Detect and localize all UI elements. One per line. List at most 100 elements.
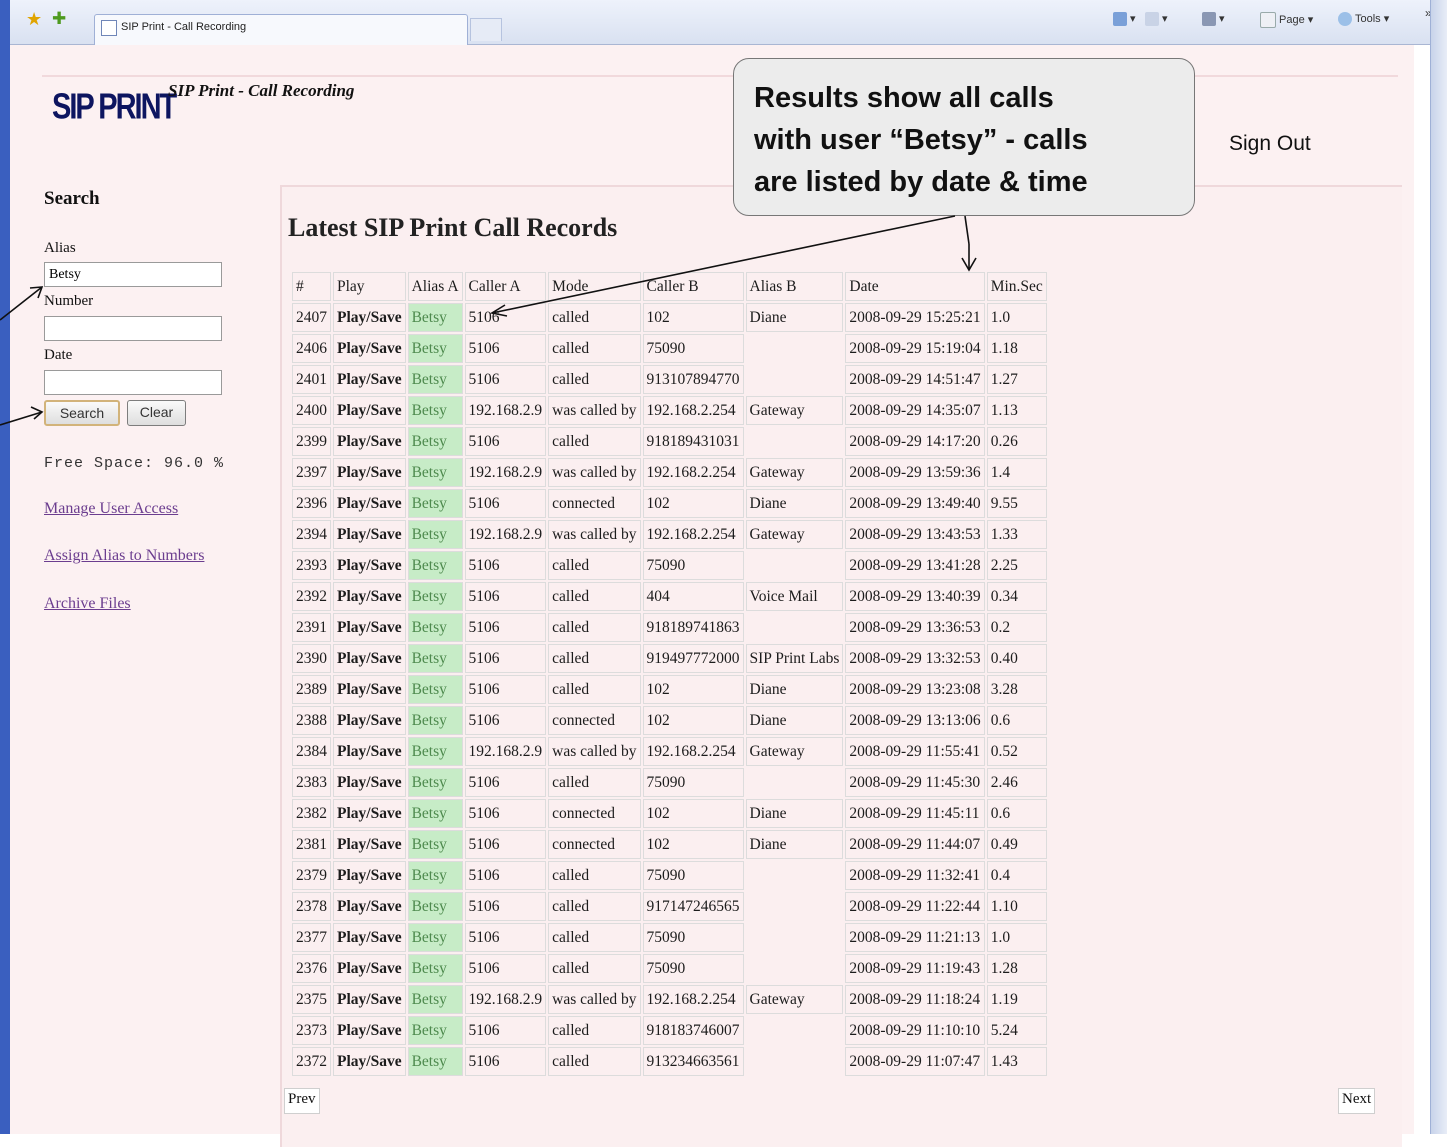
cell-caller-b: 75090 <box>642 334 744 363</box>
play-save-link[interactable]: Play/Save <box>333 644 406 673</box>
date-input[interactable] <box>44 370 222 395</box>
column-header-caller-b: Caller B <box>642 272 744 301</box>
play-save-link[interactable]: Play/Save <box>333 830 406 859</box>
column-header-number: # <box>292 272 331 301</box>
date-label: Date <box>44 347 73 363</box>
table-row: 2378 Play/Save Betsy 5106 called 917147246565… <box>292 892 1047 921</box>
manage-user-access-link[interactable]: Manage User Access <box>44 500 178 518</box>
play-save-link[interactable]: Play/Save <box>333 768 406 797</box>
cell-mode: called <box>548 861 641 890</box>
column-header-play: Play <box>333 272 406 301</box>
cell-date: 2008-09-29 11:19:43 <box>845 954 985 983</box>
table-row: 2396 Play/Save Betsy 5106 connected 102 Diane 2… <box>292 489 1047 518</box>
cell-alias-a: Betsy <box>407 551 463 580</box>
cell-alias-a: Betsy <box>407 489 463 518</box>
play-save-link[interactable]: Play/Save <box>333 675 406 704</box>
search-button[interactable]: Search <box>44 400 120 426</box>
play-save-link[interactable]: Play/Save <box>333 1016 406 1045</box>
cell-mode: connected <box>548 706 641 735</box>
cell-mode: called <box>548 582 641 611</box>
scrollbar[interactable] <box>1430 0 1447 1134</box>
play-save-link[interactable]: Play/Save <box>333 954 406 983</box>
play-save-link[interactable]: Play/Save <box>333 892 406 921</box>
play-save-link[interactable]: Play/Save <box>333 613 406 642</box>
home-icon[interactable]: ▾ <box>1113 12 1136 27</box>
number-input[interactable] <box>44 316 222 341</box>
alias-label: Alias <box>44 240 76 256</box>
cell-alias-b: Gateway <box>745 520 844 549</box>
cell-duration: 1.43 <box>986 1047 1047 1076</box>
play-save-link[interactable]: Play/Save <box>333 365 406 394</box>
tools-menu[interactable]: Tools ▾ <box>1338 12 1389 27</box>
play-save-link[interactable]: Play/Save <box>333 551 406 580</box>
play-save-link[interactable]: Play/Save <box>333 458 406 487</box>
cell-number: 2400 <box>292 396 331 425</box>
column-header-alias-a: Alias A <box>407 272 463 301</box>
cell-number: 2393 <box>292 551 331 580</box>
cell-duration: 0.52 <box>986 737 1047 766</box>
cell-caller-a: 5106 <box>464 427 547 456</box>
assign-alias-link[interactable]: Assign Alias to Numbers <box>44 547 204 565</box>
cell-date: 2008-09-29 11:10:10 <box>845 1016 985 1045</box>
cell-caller-a: 5106 <box>464 768 547 797</box>
play-save-link[interactable]: Play/Save <box>333 861 406 890</box>
play-save-link[interactable]: Play/Save <box>333 985 406 1014</box>
page-menu[interactable]: Page ▾ <box>1260 12 1313 28</box>
play-save-link[interactable]: Play/Save <box>333 799 406 828</box>
feeds-icon[interactable]: ▾ <box>1145 12 1168 27</box>
cell-caller-b: 919497772000 <box>642 644 744 673</box>
cell-number: 2394 <box>292 520 331 549</box>
cell-mode: called <box>548 613 641 642</box>
play-save-link[interactable]: Play/Save <box>333 303 406 332</box>
cell-alias-a: Betsy <box>407 737 463 766</box>
favorites-star-icon[interactable]: ★ <box>26 10 44 28</box>
play-save-link[interactable]: Play/Save <box>333 706 406 735</box>
table-row: 2384 Play/Save Betsy 192.168.2.9 was called … <box>292 737 1047 766</box>
cell-caller-b: 917147246565 <box>642 892 744 921</box>
table-row: 2381 Play/Save Betsy 5106 connected 102 Diane 2… <box>292 830 1047 859</box>
clear-button[interactable]: Clear <box>127 400 186 426</box>
tab-title: SIP Print - Call Recording <box>121 21 247 33</box>
cell-number: 2392 <box>292 582 331 611</box>
number-label: Number <box>44 293 94 309</box>
cell-alias-a: Betsy <box>407 923 463 952</box>
cell-number: 2379 <box>292 861 331 890</box>
play-save-link[interactable]: Play/Save <box>333 334 406 363</box>
play-save-link[interactable]: Play/Save <box>333 427 406 456</box>
cell-mode: called <box>548 365 641 394</box>
play-save-link[interactable]: Play/Save <box>333 923 406 952</box>
archive-files-link[interactable]: Archive Files <box>44 595 131 613</box>
cell-date: 2008-09-29 13:59:36 <box>845 458 985 487</box>
cell-duration: 1.19 <box>986 985 1047 1014</box>
cell-alias-b: Gateway <box>745 458 844 487</box>
play-save-link[interactable]: Play/Save <box>333 520 406 549</box>
cell-alias-a: Betsy <box>407 644 463 673</box>
cell-caller-a: 5106 <box>464 334 547 363</box>
table-row: 2373 Play/Save Betsy 5106 called 918183746007… <box>292 1016 1047 1045</box>
print-icon[interactable]: ▾ <box>1202 12 1225 27</box>
cell-duration: 0.2 <box>986 613 1047 642</box>
table-row: 2388 Play/Save Betsy 5106 connected 102 Diane 2… <box>292 706 1047 735</box>
cell-number: 2396 <box>292 489 331 518</box>
play-save-link[interactable]: Play/Save <box>333 582 406 611</box>
cell-date: 2008-09-29 11:44:07 <box>845 830 985 859</box>
cell-mode: called <box>548 1047 641 1076</box>
sign-out-link[interactable]: Sign Out <box>1229 132 1311 156</box>
browser-tab[interactable]: SIP Print - Call Recording <box>94 14 468 45</box>
prev-button[interactable]: Prev <box>284 1088 320 1114</box>
play-save-link[interactable]: Play/Save <box>333 396 406 425</box>
new-tab-button[interactable] <box>470 18 502 41</box>
add-favorite-icon[interactable]: ✚ <box>52 10 70 28</box>
cell-date: 2008-09-29 11:21:13 <box>845 923 985 952</box>
cell-duration: 0.40 <box>986 644 1047 673</box>
play-save-link[interactable]: Play/Save <box>333 737 406 766</box>
alias-input[interactable] <box>44 262 222 287</box>
play-save-link[interactable]: Play/Save <box>333 489 406 518</box>
cell-caller-a: 5106 <box>464 830 547 859</box>
cell-mode: was called by <box>548 520 641 549</box>
cell-alias-a: Betsy <box>407 768 463 797</box>
cell-alias-a: Betsy <box>407 334 463 363</box>
cell-duration: 1.13 <box>986 396 1047 425</box>
next-button[interactable]: Next <box>1338 1088 1376 1114</box>
play-save-link[interactable]: Play/Save <box>333 1047 406 1076</box>
